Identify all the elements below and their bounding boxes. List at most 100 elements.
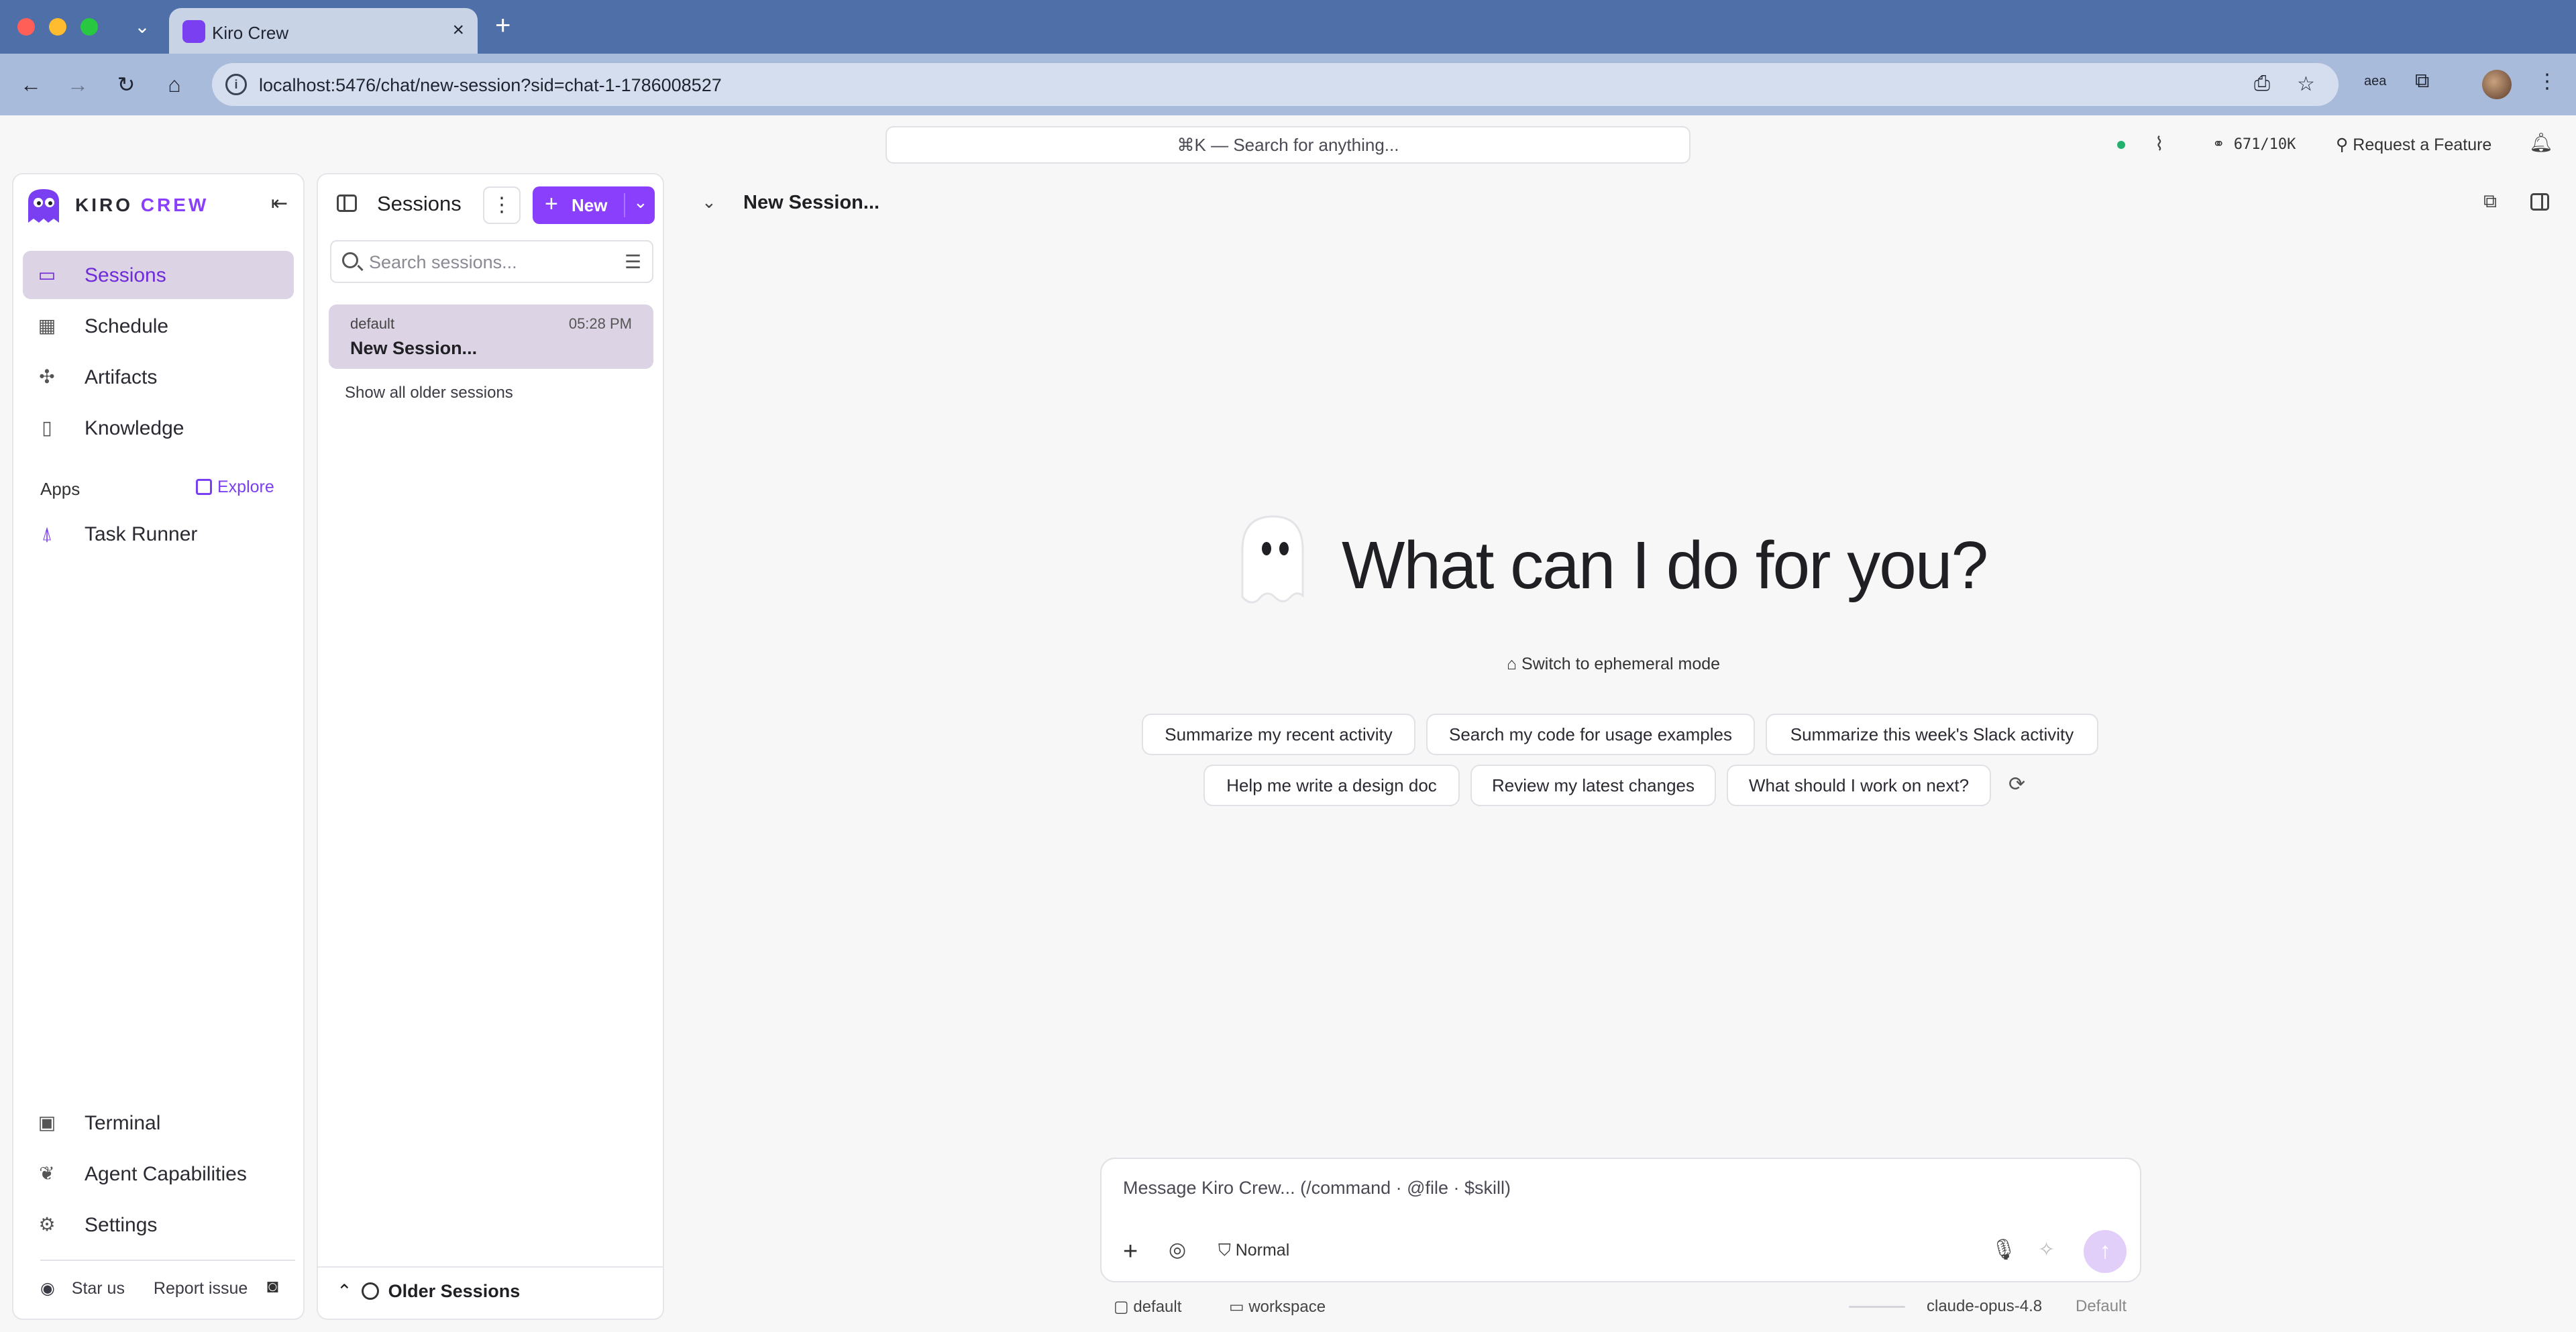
- suggestion-chip[interactable]: Search my code for usage examples: [1426, 714, 1755, 755]
- browser-tab[interactable]: Kiro Crew ×: [169, 8, 478, 54]
- sidebar-item-terminal[interactable]: ▣ Terminal: [23, 1099, 294, 1147]
- refresh-suggestions-icon[interactable]: ⟳: [2008, 773, 2025, 796]
- site-info-icon[interactable]: i: [225, 74, 247, 95]
- attach-plus-icon[interactable]: +: [1123, 1238, 1138, 1265]
- chevron-up-icon: ⌃: [337, 1281, 352, 1301]
- rocket-icon: ⍋: [41, 523, 53, 544]
- home-icon[interactable]: ⌂: [158, 68, 191, 101]
- sidebar-item-artifacts[interactable]: ✣ Artifacts: [23, 353, 294, 401]
- sidebar-item-label: Knowledge: [85, 417, 184, 439]
- github-icon: ◉: [40, 1279, 60, 1298]
- shield-icon: ⛉: [1218, 1241, 1236, 1260]
- older-sessions-label: Older Sessions: [388, 1281, 521, 1301]
- session-list-item[interactable]: default 05:28 PM New Session...: [329, 304, 653, 369]
- tab-search-chevron-icon[interactable]: ⌄: [129, 12, 156, 42]
- address-bar[interactable]: i localhost:5476/chat/new-session?sid=ch…: [212, 63, 2339, 106]
- ghost-mascot-icon: [1241, 515, 1304, 604]
- star-us-link[interactable]: ◉ Star us: [40, 1279, 137, 1298]
- report-issue-link[interactable]: Report issue: [154, 1279, 248, 1298]
- profile-selector[interactable]: Default: [2076, 1297, 2127, 1316]
- session-time: 05:28 PM: [568, 315, 632, 332]
- extension-aea-icon[interactable]: aea: [2364, 74, 2386, 89]
- session-menu-chevron-icon[interactable]: ⌄: [702, 192, 716, 213]
- sidebar-item-agent-capabilities[interactable]: ❦ Agent Capabilities: [23, 1150, 294, 1198]
- sidebar-item-label: Terminal: [85, 1112, 161, 1134]
- open-external-icon[interactable]: ⧉: [2483, 190, 2497, 213]
- connection-status-indicator: [2117, 141, 2125, 149]
- mode-selector[interactable]: ⛉ Normal: [1218, 1241, 1289, 1260]
- activity-icon[interactable]: ⌇: [2155, 133, 2164, 155]
- spiral-tools-icon[interactable]: ◎: [1169, 1238, 1186, 1262]
- enhance-sparkle-icon[interactable]: ✧: [2038, 1238, 2055, 1262]
- sidebar-divider: [40, 1260, 295, 1261]
- window-close-button[interactable]: [17, 18, 35, 36]
- brand-primary: KIRO: [75, 195, 133, 215]
- ephemeral-mode-toggle[interactable]: ⌂ Switch to ephemeral mode: [1507, 655, 1720, 674]
- notifications-bell-icon[interactable]: 🔔︎: [2529, 131, 2553, 154]
- tab-close-icon[interactable]: ×: [452, 19, 464, 42]
- kiro-crew-logo-icon: [28, 189, 59, 223]
- collapse-sidebar-icon[interactable]: ⇤: [271, 192, 288, 215]
- new-session-button[interactable]: + New ⌄: [533, 186, 655, 224]
- star-us-label: Star us: [71, 1279, 125, 1298]
- window-minimize-button[interactable]: [49, 18, 66, 36]
- toggle-right-panel-icon[interactable]: [2530, 193, 2549, 211]
- suggestion-chip[interactable]: Help me write a design doc: [1203, 765, 1460, 806]
- message-input[interactable]: [1123, 1178, 2062, 1207]
- sidebar-item-label: Sessions: [85, 264, 166, 286]
- filter-icon[interactable]: ☰: [625, 251, 641, 273]
- sidebar-item-label: Agent Capabilities: [85, 1163, 247, 1185]
- more-options-button[interactable]: ⋮: [483, 186, 521, 224]
- window-zoom-button[interactable]: [80, 18, 98, 36]
- back-arrow-icon[interactable]: ←: [15, 68, 47, 101]
- session-title: New Session...: [350, 338, 478, 358]
- profile-avatar[interactable]: [2482, 70, 2512, 99]
- new-session-label: New: [572, 195, 608, 215]
- token-usage-badge[interactable]: ⚭ 671/10K: [2200, 129, 2308, 161]
- microphone-icon[interactable]: 🎙︎: [1991, 1238, 2017, 1262]
- suggestion-chip[interactable]: Summarize this week's Slack activity: [1766, 714, 2098, 755]
- url-text[interactable]: localhost:5476/chat/new-session?sid=chat…: [259, 75, 722, 96]
- sidebar-item-settings[interactable]: ⚙ Settings: [23, 1201, 294, 1249]
- explore-apps-link[interactable]: Explore: [196, 478, 274, 497]
- browser-tab-bar: ⌄ Kiro Crew × +: [0, 0, 2576, 54]
- folder-selector[interactable]: ▭ workspace: [1229, 1297, 1326, 1317]
- message-composer: + ◎ ⛉ Normal 🎙︎ ✧ ↑: [1100, 1158, 2141, 1282]
- install-app-icon[interactable]: ⎙: [2254, 72, 2270, 95]
- forward-arrow-icon[interactable]: →: [62, 68, 94, 101]
- folder-label: workspace: [1248, 1298, 1326, 1316]
- extensions-puzzle-icon[interactable]: ⧉: [2415, 70, 2429, 93]
- toggle-panel-icon[interactable]: [337, 195, 357, 212]
- panel-divider: [318, 1266, 663, 1268]
- suggestion-chip[interactable]: Summarize my recent activity: [1142, 714, 1415, 755]
- older-sessions-toggle[interactable]: ⌃ Older Sessions: [337, 1281, 520, 1302]
- brand-wordmark: KIRO CREW: [75, 195, 209, 216]
- sidebar-item-sessions[interactable]: ▭ Sessions: [23, 251, 294, 299]
- chevron-down-icon[interactable]: ⌄: [633, 192, 648, 213]
- browser-toolbar: ← → ↻ ⌂ i localhost:5476/chat/new-sessio…: [0, 54, 2576, 115]
- suggestion-chip[interactable]: What should I work on next?: [1727, 765, 1991, 806]
- send-button[interactable]: ↑: [2084, 1230, 2127, 1273]
- left-navigation: KIRO CREW ⇤ ▭ Sessions ▦ Schedule ✣ Arti…: [12, 173, 305, 1320]
- clock-icon: [361, 1282, 379, 1300]
- bookmark-star-icon[interactable]: ☆: [2297, 72, 2315, 96]
- terminal-icon: ▣: [38, 1112, 56, 1133]
- new-tab-button[interactable]: +: [495, 11, 511, 40]
- sidebar-item-schedule[interactable]: ▦ Schedule: [23, 302, 294, 350]
- suggestion-chip[interactable]: Review my latest changes: [1470, 765, 1716, 806]
- sidebar-item-knowledge[interactable]: ▯ Knowledge: [23, 404, 294, 452]
- workspace-selector[interactable]: ▢ default: [1114, 1297, 1181, 1317]
- request-feature-button[interactable]: ⚲ Request a Feature: [2322, 129, 2505, 161]
- request-feature-label: Request a Feature: [2353, 135, 2492, 154]
- calendar-icon: ▦: [38, 315, 56, 336]
- show-older-sessions-link[interactable]: Show all older sessions: [345, 384, 513, 402]
- sidebar-item-task-runner[interactable]: ⍋ Task Runner: [23, 510, 294, 558]
- workspace-label: default: [1133, 1298, 1182, 1316]
- reload-icon[interactable]: ↻: [110, 68, 142, 101]
- discord-icon[interactable]: ◙: [267, 1276, 278, 1297]
- session-search-input[interactable]: [369, 249, 597, 275]
- model-selector[interactable]: claude-opus-4.8: [1927, 1297, 2042, 1316]
- command-search-bar[interactable]: ⌘K — Search for anything...: [885, 126, 1690, 164]
- box-icon: ▢: [1114, 1298, 1134, 1316]
- browser-menu-icon[interactable]: ⋮: [2537, 70, 2557, 93]
